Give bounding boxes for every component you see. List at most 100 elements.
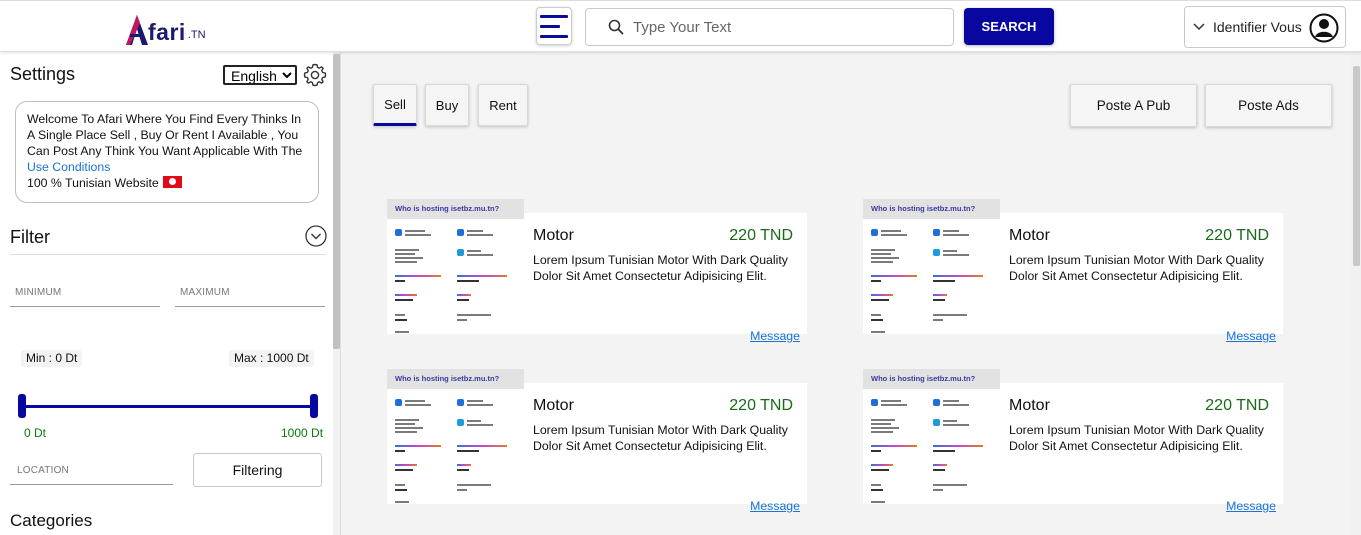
listing-thumbnail[interactable]: Who is hosting isetbz.mu.tn? [863, 369, 1000, 504]
thumbnail-text-line [467, 230, 483, 232]
thumbnail-text-line [881, 400, 901, 402]
thumbnail-text-line [467, 400, 483, 402]
thumbnail-text-line [933, 489, 943, 491]
message-link[interactable]: Message [750, 499, 800, 513]
location-underline [10, 484, 173, 485]
thumbnail-text-line [467, 254, 493, 256]
language-select[interactable]: English [223, 65, 297, 85]
message-link[interactable]: Message [1226, 499, 1276, 513]
sidebar-scrollbar-thumb[interactable] [333, 54, 340, 349]
thumbnail-info-icon [457, 419, 464, 426]
listing-description: Lorem Ipsum Tunisian Motor With Dark Qua… [533, 423, 788, 453]
identify-dropdown[interactable]: Identifier Vous [1184, 6, 1346, 48]
thumbnail-text-line [395, 419, 419, 421]
minimum-input[interactable]: MINIMUM [15, 287, 61, 298]
gear-icon[interactable] [303, 63, 327, 87]
tab-sell[interactable]: Sell [373, 84, 417, 126]
thumbnail-text-line [871, 501, 885, 503]
thumbnail-text-line [871, 419, 895, 421]
search-button[interactable]: SEARCH [964, 8, 1054, 45]
thumbnail-text-line [871, 319, 883, 321]
listing-card[interactable]: Who is hosting isetbz.mu.tn? Motor 220 T… [863, 369, 1283, 513]
thumbnail-text-line [933, 299, 945, 301]
thumbnail-text-line [871, 275, 917, 277]
thumbnail-info-icon [457, 229, 464, 236]
thumbnail-caption: Who is hosting isetbz.mu.tn? [387, 369, 524, 389]
listing-price: 220 TND [1205, 227, 1269, 244]
menu-icon [540, 14, 568, 18]
logo-tld: .TN [187, 29, 206, 41]
price-range-min-handle[interactable] [18, 394, 26, 418]
thumbnail-info-icon [457, 249, 464, 256]
thumbnail-text-line [405, 404, 431, 406]
search-icon [608, 19, 624, 35]
identify-label: Identifier Vous [1213, 19, 1302, 35]
thumbnail-text-line [943, 230, 959, 232]
thumbnail-text-line [943, 254, 969, 256]
tab-buy[interactable]: Buy [425, 84, 469, 126]
filter-collapse-icon[interactable] [305, 225, 327, 247]
thumbnail-content [863, 219, 1000, 334]
thumbnail-text-line [457, 469, 469, 471]
thumbnail-text-line [457, 280, 479, 282]
thumbnail-info-icon [933, 249, 940, 256]
listing-thumbnail[interactable]: Who is hosting isetbz.mu.tn? [863, 199, 1000, 334]
thumbnail-text-line [395, 469, 413, 471]
thumbnail-text-line [395, 319, 407, 321]
thumbnail-text-line [457, 445, 507, 447]
filtering-button[interactable]: Filtering [193, 453, 322, 487]
thumbnail-text-line [457, 450, 479, 452]
thumbnail-text-line [395, 331, 409, 333]
max-value-badge: Max : 1000 Dt [229, 350, 314, 367]
thumbnail-caption: Who is hosting isetbz.mu.tn? [387, 199, 524, 219]
maximum-input[interactable]: MAXIMUM [180, 287, 230, 298]
top-header: fari .TN SEARCH Identifier Vous [0, 0, 1361, 52]
thumbnail-text-line [871, 431, 893, 433]
use-conditions-link[interactable]: Use Conditions [27, 159, 308, 175]
listing-card[interactable]: Who is hosting isetbz.mu.tn? Motor 220 T… [387, 199, 807, 343]
thumbnail-text-line [395, 484, 405, 486]
search-input[interactable] [633, 18, 923, 36]
main-scrollbar-thumb[interactable] [1353, 66, 1360, 266]
price-range-max-handle[interactable] [310, 394, 318, 418]
tab-rent[interactable]: Rent [478, 84, 528, 126]
thumbnail-text-line [933, 450, 955, 452]
thumbnail-text-line [943, 404, 969, 406]
thumbnail-text-line [933, 294, 947, 296]
location-input[interactable]: LOCATION [17, 465, 69, 476]
afari-logo[interactable]: fari .TN [126, 13, 206, 45]
listing-thumbnail[interactable]: Who is hosting isetbz.mu.tn? [387, 369, 524, 504]
logo-a-icon [126, 15, 148, 45]
listing-title: Motor [533, 397, 574, 414]
listing-card[interactable]: Who is hosting isetbz.mu.tn? Motor 220 T… [863, 199, 1283, 343]
thumbnail-text-line [395, 427, 423, 429]
thumbnail-caption: Who is hosting isetbz.mu.tn? [863, 369, 1000, 389]
categories-title: Categories [10, 511, 93, 530]
message-link[interactable]: Message [750, 329, 800, 343]
thumbnail-text-line [395, 275, 441, 277]
thumbnail-info-icon [395, 399, 402, 406]
thumbnail-text-line [933, 484, 967, 486]
listing-title: Motor [1009, 397, 1050, 414]
thumbnail-text-line [457, 464, 471, 466]
menu-button[interactable] [536, 7, 572, 45]
chevron-down-icon [1193, 23, 1205, 31]
thumbnail-text-line [467, 420, 481, 422]
thumbnail-text-line [395, 450, 405, 452]
thumbnail-text-line [395, 314, 405, 316]
thumbnail-text-line [457, 319, 467, 321]
post-pub-button[interactable]: Poste A Pub [1070, 84, 1197, 127]
message-link[interactable]: Message [1226, 329, 1276, 343]
thumbnail-text-line [395, 423, 415, 425]
listing-thumbnail[interactable]: Who is hosting isetbz.mu.tn? [387, 199, 524, 334]
thumbnail-text-line [933, 280, 955, 282]
filter-title: Filter [10, 227, 50, 247]
price-range-track[interactable] [21, 405, 314, 408]
post-ads-button[interactable]: Poste Ads [1205, 84, 1332, 127]
listing-description: Lorem Ipsum Tunisian Motor With Dark Qua… [1009, 253, 1264, 283]
filter-divider [10, 254, 326, 255]
thumbnail-text-line [933, 319, 943, 321]
thumbnail-text-line [871, 331, 885, 333]
listing-card[interactable]: Who is hosting isetbz.mu.tn? Motor 220 T… [387, 369, 807, 513]
thumbnail-text-line [933, 445, 983, 447]
